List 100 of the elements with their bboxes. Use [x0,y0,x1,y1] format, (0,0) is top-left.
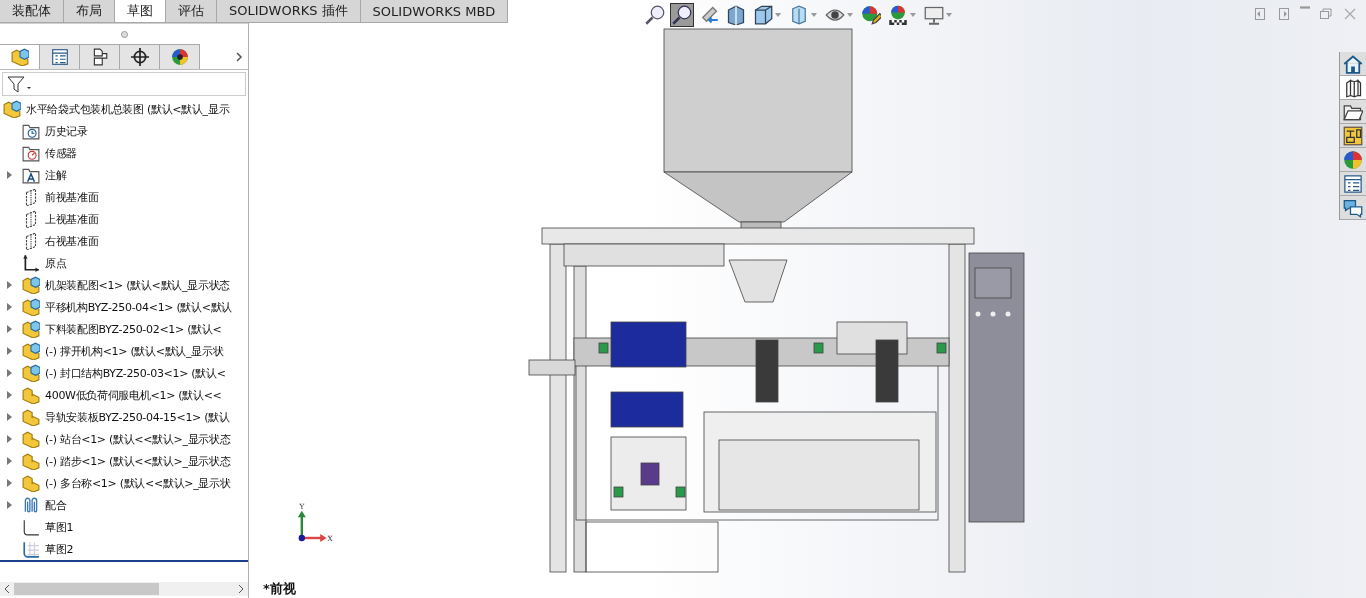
axis-label: X [327,534,333,544]
tree-item-label[interactable]: 上视基准面 [45,211,99,227]
task-pane-tab[interactable] [1340,100,1366,124]
expand-arrow-icon[interactable] [7,325,13,333]
section-view-icon [726,5,746,25]
assembly-icon [22,298,40,316]
y-axis-arrow [297,510,306,538]
color-ball-icon [1343,149,1363,170]
panel-tab[interactable] [120,44,160,69]
tree-item-label[interactable]: 注解 [45,167,67,183]
tree-item-label[interactable]: (-) 封口结构BYZ-250-03<1> (默认< [45,365,226,381]
origin-dot [298,534,305,542]
task-pane-tab[interactable] [1340,172,1366,196]
tree-item-label[interactable]: 导轨安装板BYZ-250-04-15<1> (默认 [45,409,230,425]
view-toolbar-button[interactable] [886,3,919,27]
task-pane-tab[interactable] [1340,76,1366,100]
tree-item-label[interactable]: 传感器 [45,145,78,161]
history-folder-icon [22,122,40,140]
expand-arrow-icon[interactable] [7,501,13,509]
command-tab[interactable]: 草图 [115,0,166,22]
annotation-folder-icon [22,166,40,184]
tree-item-label[interactable]: 配合 [45,497,67,513]
expand-arrow-icon[interactable] [7,303,13,311]
tree-item-label[interactable]: 水平给袋式包装机总装图 (默认<默认_显示 [26,101,230,117]
tree-item-label[interactable]: 右视基准面 [45,233,99,249]
origin-icon [22,254,40,272]
task-pane-tab[interactable] [1340,124,1366,148]
part-icon [22,386,40,404]
feature-tree-icon [10,48,29,66]
property-list-icon [1343,173,1363,194]
view-toolbar-button[interactable] [643,3,667,27]
previous-icon [1252,6,1268,22]
tree-item-label[interactable]: 草图2 [45,541,74,557]
task-pane-tab[interactable] [1340,196,1366,220]
sensor-folder-icon [22,144,40,162]
caret-icon [847,12,854,18]
part-icon [22,452,40,470]
panel-tab[interactable] [40,44,80,69]
caret-icon [811,12,818,18]
books-icon [1343,77,1363,98]
cube-icon [753,5,773,25]
zoom-area-icon [672,5,692,25]
tree-item-label[interactable]: 机架装配图<1> (默认<默认_显示状态 [45,277,230,293]
view-toolbar-button[interactable] [859,3,883,27]
expand-arrow-icon[interactable] [7,369,13,377]
expand-arrow-icon[interactable] [7,171,13,179]
expand-arrow-icon[interactable] [7,391,13,399]
caret-icon [775,12,782,18]
view-palette-icon [1343,125,1363,146]
expand-arrow-icon[interactable] [7,413,13,421]
color-ball-scene-icon [888,5,908,25]
panel-grip-icon[interactable] [120,30,128,38]
tree-item-label[interactable]: 前视基准面 [45,189,99,205]
property-list-icon [50,48,69,66]
cube-icon [789,5,809,25]
tree-item-label[interactable]: 草图1 [45,519,74,535]
task-pane-tab[interactable] [1340,52,1366,76]
tree-item-label[interactable]: (-) 多台称<1> (默认<<默认>_显示状 [45,475,231,491]
home-icon [1343,53,1363,74]
assembly-icon [3,100,21,118]
expand-arrow-icon[interactable] [7,347,13,355]
scroll-right-icon[interactable] [237,584,245,594]
window-control-button[interactable] [1276,6,1292,22]
tree-item-label[interactable]: 原点 [45,255,67,271]
expand-arrow-icon[interactable] [7,281,13,289]
view-toolbar-button[interactable] [670,3,694,27]
tree-item-label[interactable]: (-) 踏步<1> (默认<<默认>_显示状态 [45,453,231,469]
tree-item-label[interactable]: 历史记录 [45,123,88,139]
expand-arrow-icon[interactable] [7,435,13,443]
window-control-button[interactable] [1252,6,1268,22]
caret-icon [946,12,953,18]
minimize-icon [1300,6,1310,9]
panel-tab[interactable] [160,44,200,69]
panel-tab[interactable] [80,44,120,69]
part-icon [22,408,40,426]
assembly-icon [22,364,40,382]
color-ball-icon [170,48,189,66]
sketch-icon [22,518,40,536]
tree-item-label[interactable]: 400W低负荷伺服电机<1> (默认<< [45,387,222,403]
tree-item-label[interactable]: (-) 站台<1> (默认<<默认>_显示状态 [45,431,231,447]
expand-arrow-icon[interactable] [7,479,13,487]
tree-item-label[interactable]: 下料装配图BYZ-250-02<1> (默认< [45,321,222,337]
crosshair-icon [130,48,149,66]
part-icon [22,430,40,448]
tree-item-label[interactable]: 平移机构BYZ-250-04<1> (默认<默认 [45,299,233,315]
next-icon [1276,6,1292,22]
close-icon [1342,6,1358,22]
axis-label: Y [299,502,305,512]
horizontal-scrollbar[interactable] [0,582,248,596]
paperclip-icon [22,496,40,514]
tree-item-label[interactable]: (-) 撑开机构<1> (默认<默认_显示状 [45,343,224,359]
window-control-button[interactable] [1318,6,1334,22]
chevron-right-icon[interactable] [234,50,244,63]
scroll-left-icon[interactable] [3,584,11,594]
view-name: *前视 [263,580,296,598]
expand-arrow-icon[interactable] [7,457,13,465]
monitor-icon [924,5,944,25]
assembly-icon [22,276,40,294]
chat-bubbles-icon [1343,197,1363,218]
previous-view-icon [699,5,719,25]
